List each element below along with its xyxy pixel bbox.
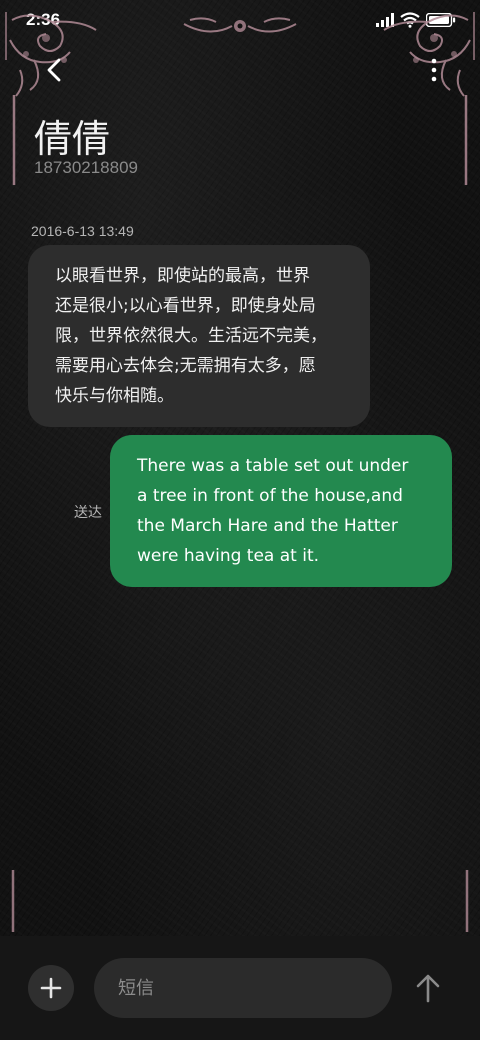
add-attachment-button[interactable] bbox=[28, 965, 74, 1011]
message-line: a tree in front of the house,and bbox=[137, 486, 403, 506]
delivery-status: 送达 bbox=[74, 505, 102, 521]
side-ornament bbox=[465, 870, 469, 932]
top-ornament bbox=[183, 17, 297, 33]
side-ornament bbox=[11, 870, 15, 932]
send-button[interactable] bbox=[408, 966, 448, 1010]
contact-number: 18730218809 bbox=[34, 158, 139, 177]
message-line: 限，世界依然很大。生活远不完美， bbox=[55, 326, 327, 346]
arrow-up-icon bbox=[416, 974, 440, 1003]
message-line: 需要用心去体会;无需拥有太多，愿 bbox=[55, 356, 316, 376]
message-line: 快乐与你相随。 bbox=[55, 386, 174, 406]
plus-icon bbox=[40, 977, 62, 999]
corner-ornament bbox=[383, 12, 475, 185]
incoming-message-bubble[interactable]: 以眼看世界，即使站的最高，世界 还是很小;以心看世界，即使身处局 限，世界依然很… bbox=[28, 245, 370, 427]
message-line: 还是很小;以心看世界，即使身处局 bbox=[55, 296, 316, 316]
message-line: 以眼看世界，即使站的最高，世界 bbox=[55, 266, 310, 286]
contact-name: 倩倩 bbox=[34, 117, 111, 161]
chevron-left-icon bbox=[47, 58, 61, 82]
more-vertical-icon bbox=[431, 58, 437, 82]
message-timestamp: 2016-6-13 13:49 bbox=[31, 223, 134, 239]
message-input[interactable] bbox=[94, 958, 392, 1018]
message-line: the March Hare and the Hatter bbox=[137, 516, 398, 536]
more-options-button[interactable] bbox=[424, 52, 444, 88]
outgoing-message-bubble[interactable]: There was a table set out under a tree i… bbox=[110, 435, 452, 587]
back-button[interactable] bbox=[36, 52, 72, 88]
message-line: were having tea at it. bbox=[137, 546, 320, 566]
message-line: There was a table set out under bbox=[137, 456, 409, 476]
